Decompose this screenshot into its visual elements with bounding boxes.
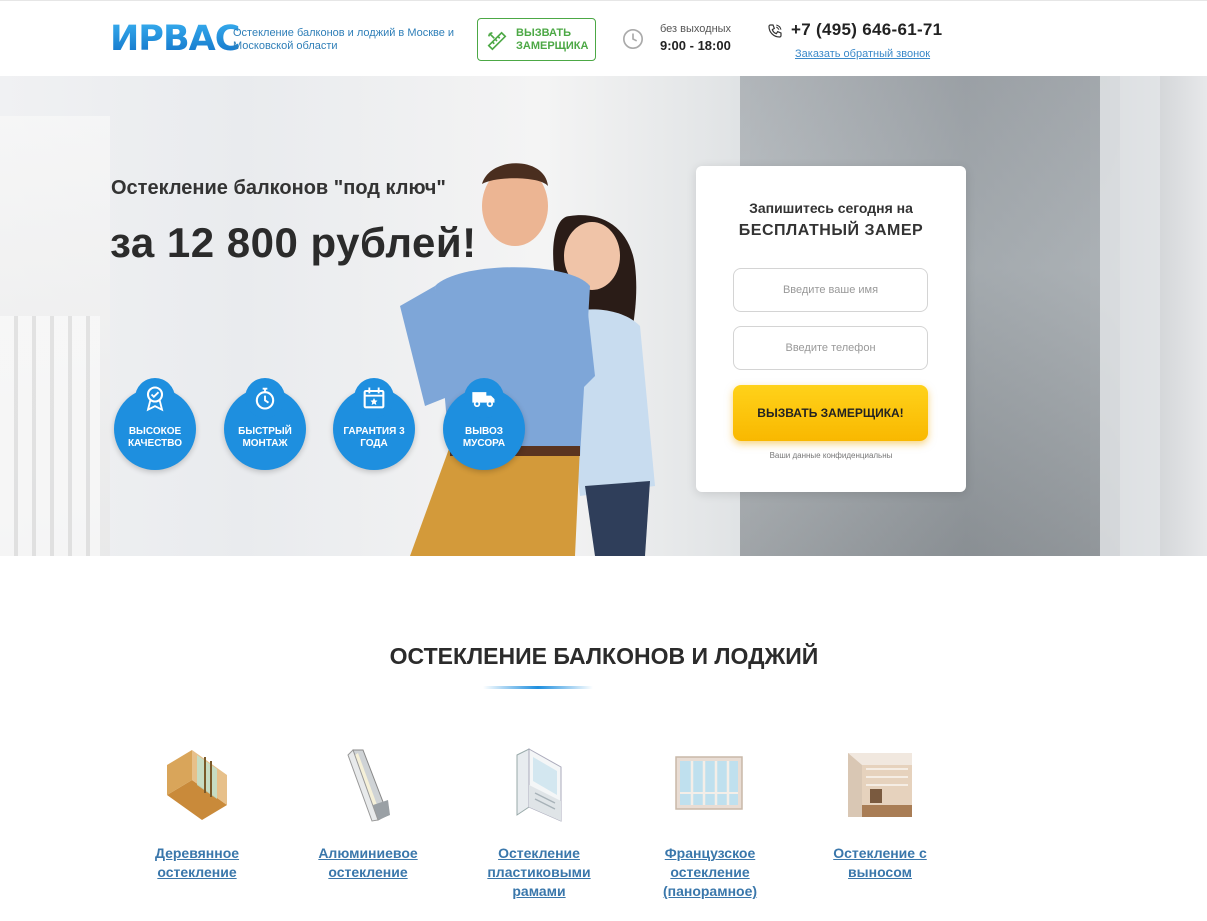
type-extended-label: Остекление с выносом [833,845,927,880]
section-title-underline [483,686,593,689]
type-wooden[interactable]: Деревянное остекление [122,745,272,882]
call-measurer-header-button[interactable]: ВЫЗВАТЬ ЗАМЕРЩИКА [477,18,596,61]
panoramic-balcony-icon [675,756,743,810]
type-plastic-label: Остекление пластиковыми рамами [487,845,591,899]
award-medal-icon [146,386,164,412]
hours-value: 9:00 - 18:00 [660,38,731,53]
phone-icon [768,24,782,38]
type-plastic[interactable]: Остекление пластиковыми рамами [464,745,614,901]
ruler-pencil-icon [487,31,507,51]
couple-photo [400,163,655,556]
hours-caption: без выходных [660,23,732,35]
feature-waste-removal-label: ВЫВОЗ МУСОРА [462,426,506,449]
section-title-text: ОСТЕКЛЕНИЕ БАЛКОНОВ И ЛОДЖИЙ [389,643,819,669]
type-extended[interactable]: Остекление с выносом [805,745,955,882]
clock-icon [623,29,643,49]
measure-request-form: Запишитесь сегодня на БЕСПЛАТНЫЙ ЗАМЕР В… [696,166,966,492]
callback-link[interactable]: Заказать обратный звонок [795,48,930,60]
form-title-line2: БЕСПЛАТНЫЙ ЗАМЕР [738,222,924,239]
stopwatch-icon [255,387,275,410]
hero-banner: Остекление балконов "под ключ" за 12 800… [0,76,1207,556]
section-title: ОСТЕКЛЕНИЕ БАЛКОНОВ И ЛОДЖИЙ [64,643,1144,670]
type-french[interactable]: Французское остекление (панорамное) [635,745,785,901]
background-balustrade [0,316,100,556]
truck-icon [472,392,495,408]
type-wooden-label: Деревянное остекление [154,845,240,880]
calendar-icon [363,387,385,409]
wooden-frame-icon [167,750,227,820]
logo[interactable]: ИРВАС [110,19,240,59]
submit-measure-button[interactable]: ВЫЗВАТЬ ЗАМЕРЩИКА! [733,385,928,441]
feature-quality-label: ВЫСОКОЕ КАЧЕСТВО [127,426,183,449]
type-french-label: Французское остекление (панорамное) [662,845,758,899]
background-door-frame [1100,76,1160,556]
site-header: ИРВАС Остекление балконов и лоджий в Мос… [0,0,1207,76]
feature-quality: ВЫСОКОЕ КАЧЕСТВО [114,378,196,470]
plastic-profile-icon [516,748,562,822]
feature-waste-removal: ВЫВОЗ МУСОРА [443,378,525,470]
feature-warranty-label: ГАРАНТИЯ 3 ГОДА [343,426,405,449]
feature-warranty: ГАРАНТИЯ 3 ГОДА [333,378,415,470]
aluminium-profile-icon [347,749,390,822]
call-measurer-header-label: ВЫЗВАТЬ ЗАМЕРЩИКА [516,27,589,52]
tagline: Остекление балконов и лоджий в Москве и … [233,27,455,52]
type-aluminium[interactable]: Алюминиевое остекление [293,745,443,882]
name-input[interactable] [733,268,928,312]
type-aluminium-label: Алюминиевое остекление [318,845,418,880]
form-title-line1: Запишитесь сегодня на [749,200,913,216]
phone-number[interactable]: +7 (495) 646-61-71 [791,20,942,40]
feature-fast-install-label: БЫСТРЫЙ МОНТАЖ [238,426,292,449]
extended-balcony-icon [848,753,912,817]
feature-fast-install: БЫСТРЫЙ МОНТАЖ [224,378,306,470]
phone-input[interactable] [733,326,928,370]
privacy-note: Ваши данные конфиденциальны [769,451,893,460]
